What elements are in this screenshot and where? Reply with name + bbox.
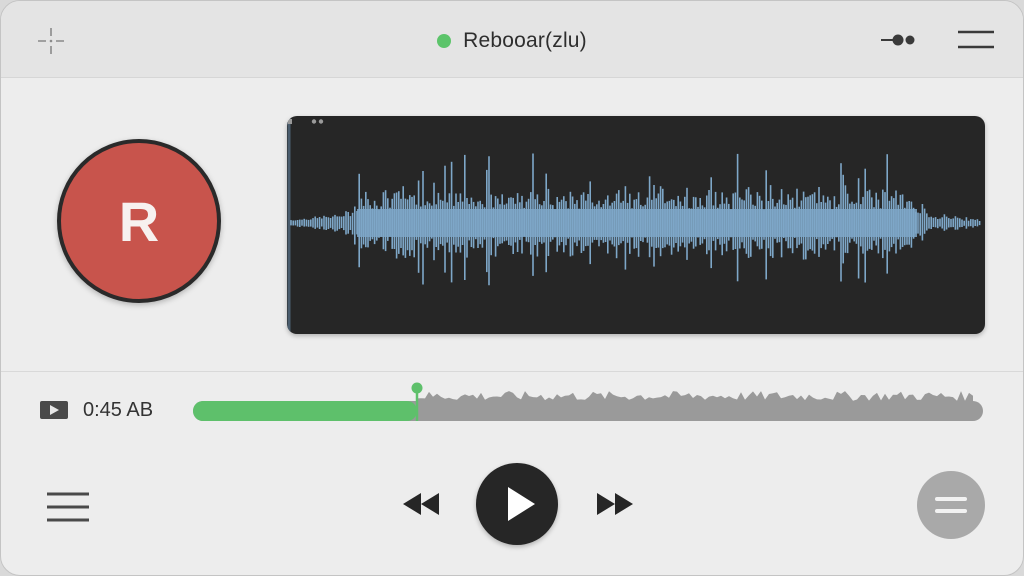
- title-bar: Rebooar(zlu): [1, 1, 1023, 78]
- list-icon[interactable]: [45, 489, 91, 525]
- window-title: Rebooar(zlu): [463, 29, 587, 52]
- waveform-display[interactable]: [287, 116, 985, 334]
- scrubber-mini-waveform: [417, 391, 973, 405]
- more-dots-icon[interactable]: [879, 29, 917, 51]
- options-button[interactable]: [917, 471, 985, 539]
- scrubber-progress: [193, 401, 417, 421]
- status-dot-icon: [437, 34, 452, 48]
- video-play-icon[interactable]: [39, 399, 69, 421]
- hamburger-menu-icon[interactable]: [956, 27, 996, 53]
- play-button[interactable]: [476, 463, 558, 545]
- waveform-graphic: [287, 116, 981, 334]
- panel-indicator-icon: [288, 119, 324, 124]
- options-icon: [935, 497, 967, 513]
- playback-scrubber[interactable]: [191, 379, 985, 425]
- divider: [1, 371, 1023, 372]
- record-button[interactable]: R: [57, 139, 221, 303]
- play-icon: [508, 487, 535, 521]
- playback-time: 0:45 AB: [83, 399, 154, 421]
- playhead-handle[interactable]: [411, 382, 423, 394]
- fast-forward-icon[interactable]: [593, 489, 637, 519]
- record-button-label: R: [118, 189, 160, 253]
- rewind-icon[interactable]: [399, 489, 443, 519]
- title-group: Rebooar(zlu): [1, 27, 1023, 55]
- recorder-window: Rebooar(zlu) R 0:45 AB: [0, 0, 1024, 576]
